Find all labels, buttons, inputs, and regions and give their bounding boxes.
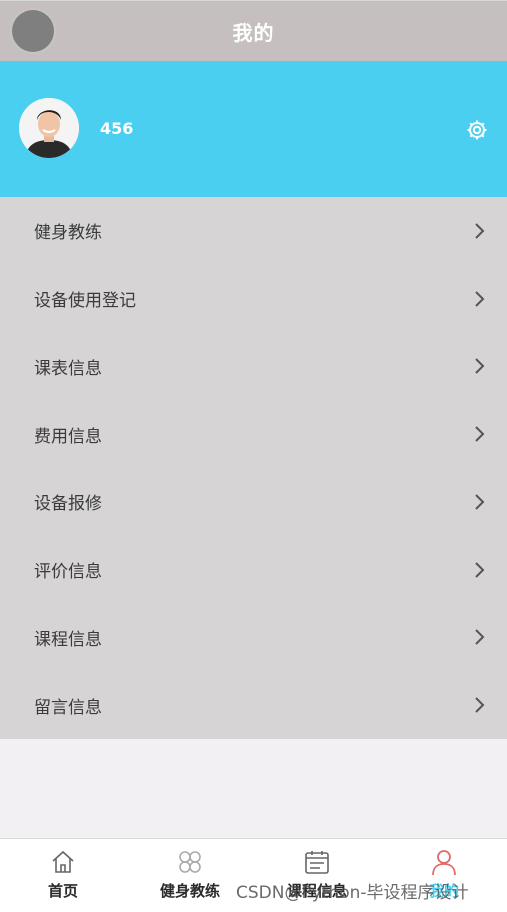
chevron-right-icon	[475, 561, 485, 578]
menu-item-review-info[interactable]: 评价信息	[0, 536, 507, 604]
calendar-icon	[305, 851, 329, 874]
menu-item-label: 费用信息	[34, 426, 102, 447]
menu-item-course-info[interactable]: 课程信息	[0, 604, 507, 672]
user-icon	[432, 850, 456, 876]
chevron-right-icon	[475, 697, 485, 713]
gear-icon[interactable]	[465, 118, 489, 142]
menu-item-schedule-info[interactable]: 课表信息	[0, 333, 507, 401]
menu-list: 健身教练 设备使用登记 课表信息 费用信息 设备报修 评价信息 课程信息 留言信…	[0, 197, 507, 739]
avatar-image	[19, 98, 79, 158]
menu-item-label: 留言信息	[34, 697, 102, 718]
chevron-right-icon	[475, 358, 485, 375]
header-bar: 我的	[0, 0, 507, 62]
menu-item-label: 健身教练	[34, 223, 102, 244]
tab-fitness-coach[interactable]: 健身教练	[127, 839, 253, 912]
menu-item-fitness-coach[interactable]: 健身教练	[0, 197, 507, 265]
menu-item-label: 设备报修	[34, 494, 102, 515]
back-button[interactable]	[12, 10, 54, 52]
username: 456	[100, 119, 134, 138]
grid-icon	[179, 851, 201, 873]
watermark: CSDN@Python-毕设程序设计	[236, 883, 469, 903]
page-title: 我的	[232, 21, 275, 45]
menu-item-message-info[interactable]: 留言信息	[0, 671, 507, 739]
menu-item-label: 课程信息	[34, 629, 102, 650]
home-icon	[52, 850, 74, 873]
chevron-right-icon	[475, 223, 485, 239]
chevron-right-icon	[475, 629, 485, 646]
profile-banner: 456	[0, 61, 507, 197]
menu-item-fee-info[interactable]: 费用信息	[0, 400, 507, 468]
tab-label: 首页	[47, 882, 78, 900]
menu-item-label: 设备使用登记	[34, 291, 136, 312]
chevron-right-icon	[475, 290, 485, 307]
avatar[interactable]	[19, 98, 79, 158]
tab-home[interactable]: 首页	[0, 839, 126, 912]
chevron-right-icon	[475, 426, 485, 442]
menu-item-equipment-repair[interactable]: 设备报修	[0, 468, 507, 536]
chevron-right-icon	[475, 494, 485, 510]
menu-item-equipment-registration[interactable]: 设备使用登记	[0, 265, 507, 333]
menu-item-label: 评价信息	[34, 562, 102, 583]
menu-item-label: 课表信息	[34, 358, 102, 379]
tab-label: 健身教练	[159, 882, 220, 900]
